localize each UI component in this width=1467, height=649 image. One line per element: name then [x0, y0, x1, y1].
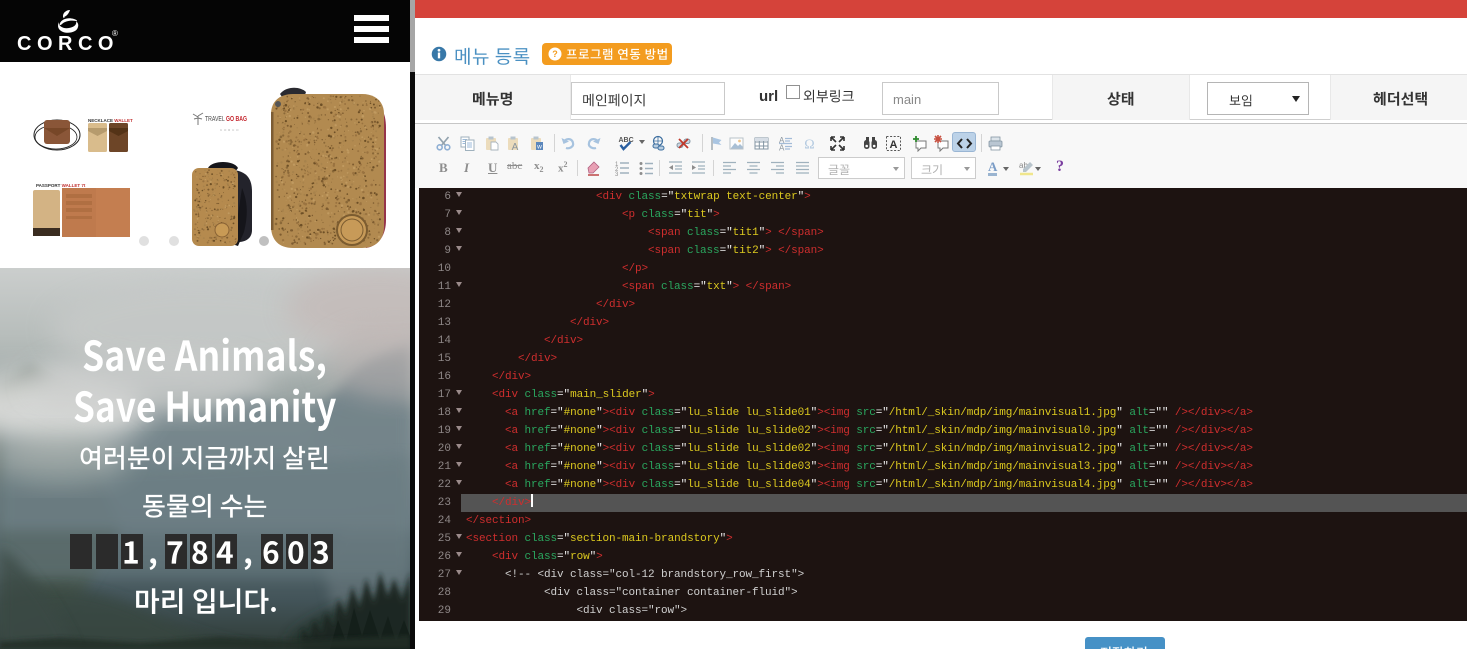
- svg-text:A: A: [779, 144, 785, 153]
- svg-text:A: A: [512, 142, 519, 152]
- svg-text:Ω: Ω: [804, 138, 814, 153]
- svg-text:w: w: [536, 144, 542, 151]
- svg-text:?: ?: [552, 49, 558, 59]
- svg-text:3: 3: [615, 172, 619, 177]
- svg-text:A: A: [890, 139, 898, 151]
- svg-text:ABC: ABC: [619, 137, 634, 144]
